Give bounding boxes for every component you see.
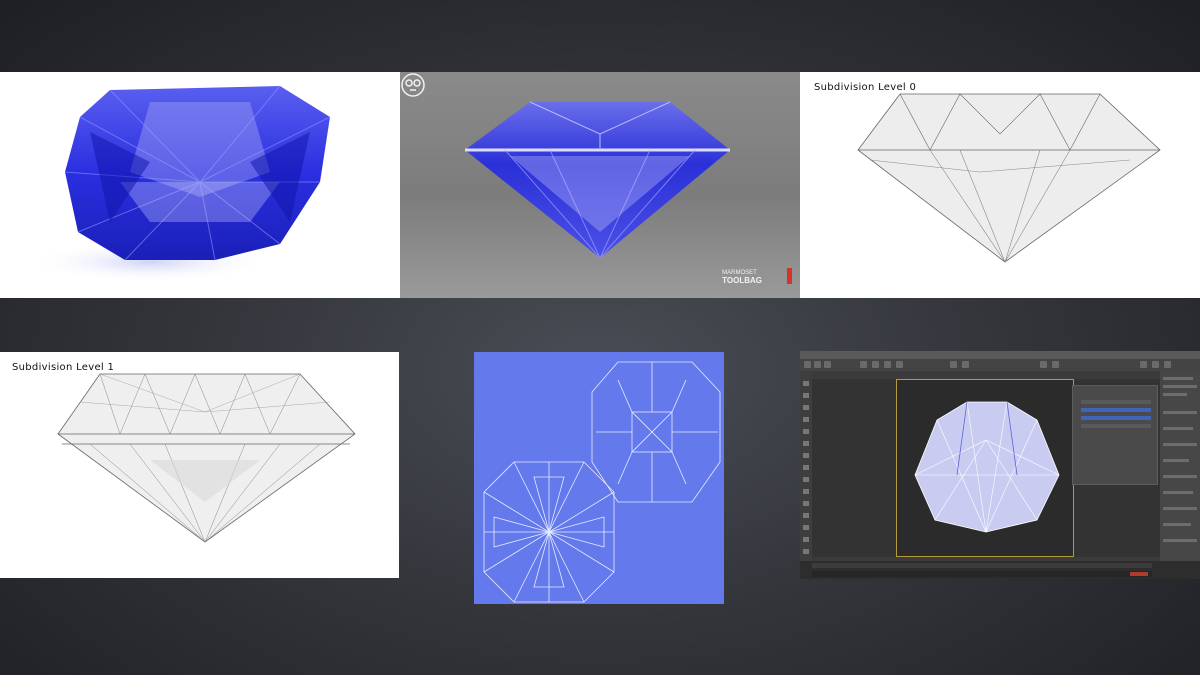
max-left-toolbar — [800, 371, 812, 561]
max-scene-explorer — [1072, 385, 1158, 485]
max-tool-icon — [896, 361, 903, 368]
subdivision-level-1-panel: Subdivision Level 1 — [0, 352, 399, 578]
max-tool-icon — [860, 361, 867, 368]
max-tool-icon — [1140, 361, 1147, 368]
max-tool-icon — [950, 361, 957, 368]
logo-line2: TOOLBAG — [722, 276, 762, 285]
logo-red-mark — [787, 268, 792, 284]
3ds-max-screenshot — [800, 351, 1200, 579]
max-tool-icon — [824, 361, 831, 368]
max-tool-icon — [804, 361, 811, 368]
max-tool-icon — [1052, 361, 1059, 368]
max-tool-icon — [962, 361, 969, 368]
max-timeline-track — [812, 563, 1152, 568]
max-tool-icon — [872, 361, 879, 368]
uv-layout-panel — [474, 352, 724, 604]
marmoset-logo-text: MARMOSET TOOLBAG — [722, 270, 762, 285]
subdivided-wireframe — [57, 373, 356, 543]
sapphire-render-white — [0, 72, 400, 298]
max-title-bar — [800, 351, 1200, 359]
sapphire-render-marmoset: MARMOSET TOOLBAG — [400, 72, 800, 298]
max-tool-icon — [814, 361, 821, 368]
max-gem-wireframe — [914, 401, 1060, 533]
max-tool-icon — [1040, 361, 1047, 368]
sapphire-side-graphic — [465, 101, 730, 260]
max-tool-icon — [1164, 361, 1171, 368]
max-main-toolbar — [800, 359, 1200, 371]
max-autokey-button — [1130, 572, 1148, 576]
max-tool-icon — [1152, 361, 1159, 368]
sapphire-render-graphic — [30, 85, 331, 282]
max-tool-icon — [884, 361, 891, 368]
max-viewport-left — [812, 379, 896, 557]
uv-wireframe — [483, 361, 721, 603]
marmoset-logo-icon — [401, 73, 425, 97]
max-timeline-bar — [800, 561, 1200, 579]
max-perspective-viewport — [896, 379, 1074, 557]
low-poly-wireframe — [857, 93, 1161, 263]
subdivision-level-0-panel: Subdivision Level 0 — [800, 72, 1200, 298]
max-command-panel — [1160, 371, 1200, 561]
max-status-bar — [812, 571, 1152, 577]
